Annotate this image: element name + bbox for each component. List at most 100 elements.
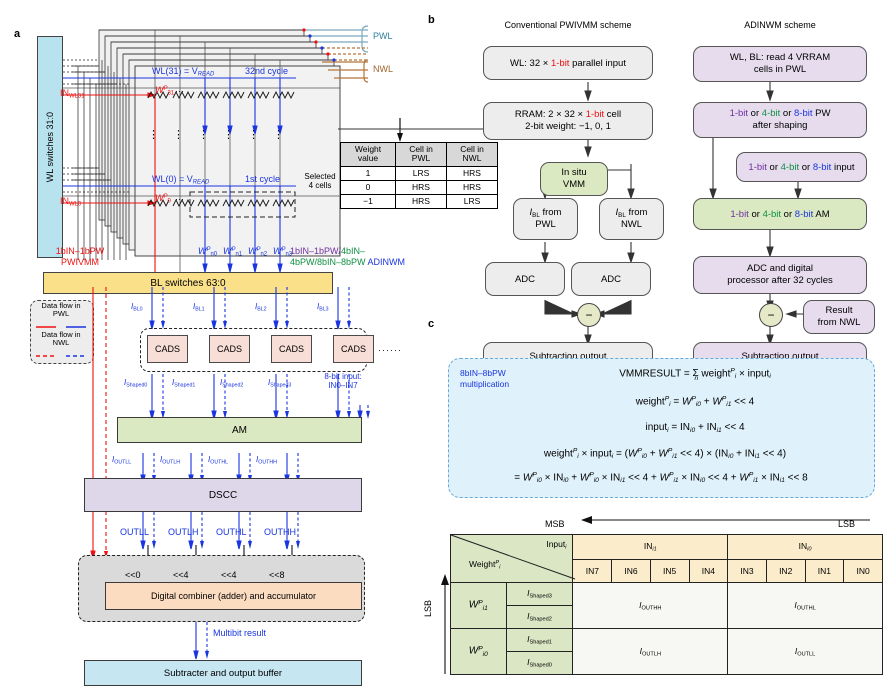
mult-label-l2: multiplication	[460, 378, 510, 389]
scheme-left-line2: PWIVMM	[61, 256, 99, 267]
lsb-top-label: LSB	[838, 519, 856, 529]
iouthl-sub: OUTHL	[796, 605, 816, 612]
scheme-left-line1: 1bIN–1bPW	[55, 246, 105, 256]
digital-combiner-label: Digital combiner (adder) and accumulator	[150, 591, 317, 601]
wt-r2c1: HRS	[395, 193, 447, 209]
weight-cell-i0: WPi0	[450, 628, 507, 675]
adinwm-node-adc[interactable]: ADC and digital processor after 32 cycle…	[693, 256, 867, 294]
in-wl31-label: INWL31	[60, 88, 85, 100]
bit-col-IN2: IN2	[765, 559, 806, 583]
am-label: AM	[232, 424, 247, 436]
mult-label-l1: 8bIN–8bPW	[460, 368, 506, 378]
cads-block-1[interactable]: CADS	[209, 335, 250, 363]
array-vertical-dots5: ⋮	[248, 129, 259, 141]
in-wl31-base: IN	[60, 88, 69, 98]
equation-1: VMMRESULT = Σn weightPi × inputi	[619, 368, 771, 383]
eight-bit-input-line2: IN0–IN7	[328, 381, 358, 391]
pw-or2: or	[780, 107, 794, 119]
adinwm-read-l2: cells in PWL	[753, 64, 807, 75]
result-nwl-l2: from NWL	[817, 317, 861, 328]
am-4bit: 4-bit	[762, 208, 782, 220]
bit-col-IN0: IN0	[843, 559, 883, 583]
wt-r0c1: LRS	[395, 165, 447, 181]
pwivmm-node-adc-1[interactable]: ADC	[485, 262, 565, 296]
pwivmm-node-ibl-pwl[interactable]: IBL from PWL	[513, 198, 578, 240]
weight-table-header-0: Weight value	[340, 142, 396, 167]
array-ellipsis-row2: ···	[175, 194, 184, 204]
ibl-pwl-l1: IBL from	[530, 207, 562, 220]
bit-col-IN6: IN6	[611, 559, 651, 583]
shaped-cell-0: IShaped0	[505, 651, 574, 675]
w0-label: WP0	[155, 193, 171, 205]
am-1bit: 1-bit	[730, 208, 749, 220]
wl-switches-block[interactable]: WL switches 31:0	[37, 36, 63, 258]
pwivmm-input-text: WL: 32 × 1-bit parallel input	[510, 58, 626, 69]
weight-table-header-1: Cell in PWL	[395, 142, 447, 167]
cads-block-2[interactable]: CADS	[271, 335, 312, 363]
w31-label: WP31	[155, 85, 174, 97]
scheme-right-label: 1bIN–1bPW/4bIN– 4bPW/8bIN–8bPW ADINWM	[290, 246, 440, 268]
ioutll-label: IOUTLL	[112, 455, 132, 466]
digital-combiner-block[interactable]: Digital combiner (adder) and accumulator	[105, 582, 362, 610]
equation-2: weightPi = WPi0 + WPi1 << 4	[635, 396, 755, 409]
shaped-cell-3: IShaped3	[505, 582, 574, 606]
dscc-block[interactable]: DSCC	[84, 478, 362, 512]
pwivmm-node-adc-2[interactable]: ADC	[571, 262, 651, 296]
adinwm-input-text: 1-bit or 4-bit or 8-bit input	[748, 162, 854, 173]
array-vertical-dots3: ⋮	[198, 129, 209, 141]
adinwm-node-result-nwl[interactable]: Result from NWL	[803, 300, 875, 334]
in-4bit: 4-bit	[780, 161, 800, 173]
weight-i1-sub: i1	[482, 604, 488, 612]
selected-cells-line2: 4 cells	[308, 181, 332, 191]
ioutll-sub: OUTLL	[797, 651, 816, 658]
adc1-label: ADC	[514, 273, 536, 285]
wt-r1c1: HRS	[395, 179, 447, 195]
shaped3-sub: Shaped3	[529, 593, 552, 600]
pwl-bracket-label: PWL	[373, 31, 393, 41]
pw-4bit: 4-bit	[761, 107, 781, 119]
corner-input-sub: i	[565, 544, 567, 551]
shaped-cell-2: IShaped2	[505, 605, 574, 629]
am-block[interactable]: AM	[117, 417, 362, 443]
nwl-bracket-label: NWL	[373, 64, 393, 74]
weight-i0-base: W	[468, 645, 479, 657]
adinwm-node-am[interactable]: 1-bit or 4-bit or 8-bit AM	[693, 198, 867, 230]
msb-label: MSB	[545, 519, 565, 529]
array-ellipsis-row: ···	[175, 86, 184, 96]
corner-weight-text: Weight	[469, 559, 496, 569]
adinwm-node-read[interactable]: WL, BL: read 4 VRRAM cells in PWL	[693, 46, 867, 82]
corner-weight-label: WeightPi	[469, 559, 500, 571]
cads-ellipsis: ······	[378, 345, 402, 355]
adinwm-node-input[interactable]: 1-bit or 4-bit or 8-bit input	[736, 152, 867, 182]
subtracter-block[interactable]: Subtracter and output buffer	[84, 660, 362, 686]
equation-3: inputi = INi0 + INi1 << 4	[645, 422, 745, 434]
insitu-l2: VMM	[562, 179, 586, 190]
cads-block-0[interactable]: CADS	[147, 335, 188, 363]
in-or1: or	[766, 161, 781, 173]
wl0-sub: READ	[192, 179, 210, 186]
adinwm-node-pw[interactable]: 1-bit or 4-bit or 8-bit PW after shaping	[693, 102, 867, 138]
bit-table-group-lo: INi0	[727, 534, 883, 560]
ishaped0-label: IShaped0	[124, 378, 148, 389]
wn2-label: WPn2	[248, 246, 268, 258]
adinwm-am-text: 1-bit or 4-bit or 8-bit AM	[730, 209, 829, 220]
cads-label-0: CADS	[154, 344, 180, 354]
pw-1bit: 1-bit	[729, 107, 749, 119]
shift-label-2: <<4	[221, 570, 237, 580]
wn1-label: WPn1	[223, 246, 243, 258]
shaped1-sub: Shaped1	[529, 639, 552, 646]
pwivmm-node-input[interactable]: WL: 32 × 1-bit parallel input	[483, 46, 653, 80]
msb-lsb-arrow	[581, 516, 870, 524]
pwivmm-node-rram[interactable]: RRAM: 2 × 32 × 1-bit cell 2-bit weight: …	[483, 102, 653, 140]
pwivmm-node-ibl-nwl[interactable]: IBL from NWL	[599, 198, 664, 240]
panel-letter-c: c	[428, 318, 435, 330]
shaped0-sub: Shaped0	[529, 662, 552, 669]
ishaped1-label: IShaped1	[172, 378, 196, 389]
cads-block-3[interactable]: CADS	[333, 335, 374, 363]
minus-glyph-right: −	[767, 308, 775, 322]
shift-label-0: <<0	[125, 570, 141, 580]
outhl-label: OUTHL	[216, 527, 247, 537]
ioutll-cell: IOUTLL	[727, 628, 883, 675]
wl0-text: WL(0) = V	[152, 174, 193, 184]
pwivmm-node-insitu-vmm[interactable]: In situ VMM	[540, 162, 608, 196]
